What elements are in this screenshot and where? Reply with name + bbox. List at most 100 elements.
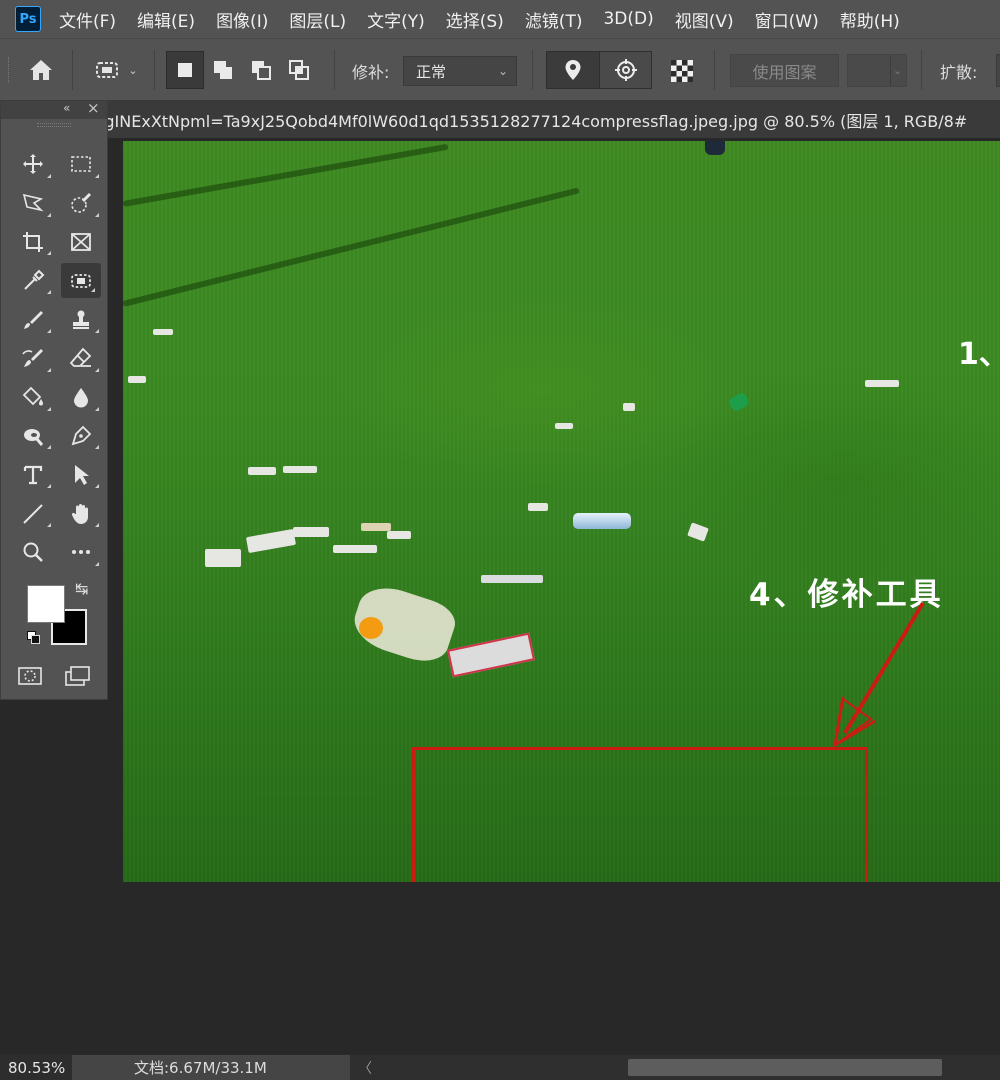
menu-file[interactable]: 文件(F) <box>59 7 116 32</box>
edit-toolbar-button[interactable] <box>57 533 105 572</box>
paint-bucket-tool[interactable] <box>9 378 57 417</box>
menu-3d[interactable]: 3D(D) <box>603 9 653 29</box>
frame-icon <box>71 233 91 251</box>
path-selection-tool[interactable] <box>57 455 105 494</box>
polygonal-lasso-icon <box>22 194 44 212</box>
menu-window[interactable]: 窗口(W) <box>755 7 819 32</box>
menu-view[interactable]: 视图(V) <box>675 7 734 32</box>
type-tool[interactable] <box>9 455 57 494</box>
separator <box>532 50 533 90</box>
default-colors-icon[interactable] <box>27 631 40 644</box>
scrollbar-thumb[interactable] <box>628 1059 942 1076</box>
intersect-selection-button[interactable] <box>280 51 318 89</box>
document-info[interactable]: 文档:6.67M/33.1M 〉 <box>72 1055 417 1080</box>
frame-tool[interactable] <box>57 223 105 262</box>
patch-label: 修补: <box>352 63 390 82</box>
subtract-selection-icon <box>252 61 271 80</box>
close-icon[interactable]: × <box>87 99 100 117</box>
patch-tool-icon <box>96 62 119 78</box>
type-icon <box>23 465 43 484</box>
zoom-level[interactable]: 80.53% <box>0 1055 72 1080</box>
quick-mask-button[interactable] <box>15 663 45 689</box>
tools-panel-header[interactable]: « × <box>1 99 107 119</box>
brush-icon <box>24 310 43 329</box>
tools-panel-grip[interactable] <box>37 123 71 127</box>
blur-tool[interactable] <box>57 378 105 417</box>
clone-stamp-tool[interactable] <box>57 300 105 339</box>
separator <box>921 50 922 90</box>
location-pin-icon <box>565 60 581 80</box>
tools-grid <box>9 145 105 572</box>
move-icon <box>23 154 43 175</box>
hand-tool[interactable] <box>57 494 105 533</box>
menu-bar: Ps 文件(F) 编辑(E) 图像(I) 图层(L) 文字(Y) 选择(S) 滤… <box>0 0 1000 38</box>
magnifier-icon <box>23 542 43 563</box>
more-icon <box>72 550 90 555</box>
destination-button[interactable] <box>599 52 651 88</box>
tools-panel: « × ↹ <box>0 99 108 700</box>
photoshop-logo[interactable]: Ps <box>15 6 41 32</box>
collapse-icon[interactable]: « <box>63 101 70 115</box>
new-selection-icon <box>178 63 192 77</box>
hand-icon <box>71 503 88 524</box>
color-swatches: ↹ <box>15 579 101 651</box>
line-tool[interactable] <box>9 494 57 533</box>
eraser-tool[interactable] <box>57 339 105 378</box>
subtract-from-selection-button[interactable] <box>242 51 280 89</box>
brush-tool[interactable] <box>9 300 57 339</box>
history-brush-icon <box>22 349 43 368</box>
water-drop-icon <box>74 388 88 408</box>
patch-tool[interactable] <box>61 263 101 299</box>
chevron-down-icon: ⌄ <box>890 55 904 86</box>
pen-tool[interactable] <box>57 417 105 456</box>
diffuse-label: 扩散: <box>940 63 978 82</box>
menu-layer[interactable]: 图层(L) <box>289 7 346 32</box>
separator <box>334 50 335 90</box>
paint-bucket-icon <box>22 386 43 406</box>
patch-tool-icon <box>71 273 91 288</box>
tool-preset-picker[interactable]: ⌄ <box>86 53 146 87</box>
add-to-selection-button[interactable] <box>204 51 242 89</box>
crop-icon <box>23 231 43 252</box>
menu-edit[interactable]: 编辑(E) <box>137 7 195 32</box>
home-button[interactable] <box>24 53 58 87</box>
history-brush-tool[interactable] <box>9 339 57 378</box>
new-selection-button[interactable] <box>166 51 204 89</box>
screen-mode-button[interactable] <box>63 663 93 689</box>
selection-mode-group <box>166 51 318 89</box>
lasso-tool[interactable] <box>9 184 57 223</box>
dodge-icon <box>24 428 44 446</box>
quick-selection-tool[interactable] <box>57 184 105 223</box>
zoom-tool[interactable] <box>9 533 57 572</box>
menu-image[interactable]: 图像(I) <box>216 7 268 32</box>
source-button[interactable] <box>547 52 599 88</box>
marquee-tool[interactable] <box>57 145 105 184</box>
canvas-area[interactable]: 1、 4、修补工具 <box>108 138 1000 1054</box>
pattern-picker[interactable]: ⌄ <box>847 54 907 87</box>
pen-icon <box>71 425 92 446</box>
menu-type[interactable]: 文字(Y) <box>367 7 425 32</box>
options-bar-grip[interactable] <box>8 57 12 83</box>
eyedropper-tool[interactable] <box>9 261 57 300</box>
swap-colors-icon[interactable]: ↹ <box>75 579 88 598</box>
transparent-toggle[interactable] <box>666 55 698 87</box>
line-icon <box>23 503 43 524</box>
chevron-down-icon: ⌄ <box>128 63 138 77</box>
menu-help[interactable]: 帮助(H) <box>840 7 900 32</box>
menu-select[interactable]: 选择(S) <box>446 7 504 32</box>
move-tool[interactable] <box>9 145 57 184</box>
crop-tool[interactable] <box>9 223 57 262</box>
foreground-color-swatch[interactable] <box>27 585 65 623</box>
dodge-tool[interactable] <box>9 417 57 456</box>
horizontal-scrollbar[interactable]: 〈 <box>350 1055 1000 1080</box>
document-image[interactable]: 1、 4、修补工具 <box>123 141 1000 882</box>
use-pattern-button[interactable]: 使用图案 <box>730 54 839 87</box>
scroll-left-icon[interactable]: 〈 <box>358 1058 372 1078</box>
separator <box>154 50 155 90</box>
menu-filter[interactable]: 滤镜(T) <box>525 7 583 32</box>
diffuse-input[interactable] <box>996 54 1000 87</box>
patch-source-destination-toggle <box>546 51 652 89</box>
patch-mode-select[interactable]: 正常 ⌄ <box>403 56 517 86</box>
document-size: 文档:6.67M/33.1M <box>134 1059 267 1077</box>
document-tab[interactable]: zgINExXtNpml=Ta9xJ25Qobd4Mf0lW60d1qd1535… <box>96 100 1000 138</box>
